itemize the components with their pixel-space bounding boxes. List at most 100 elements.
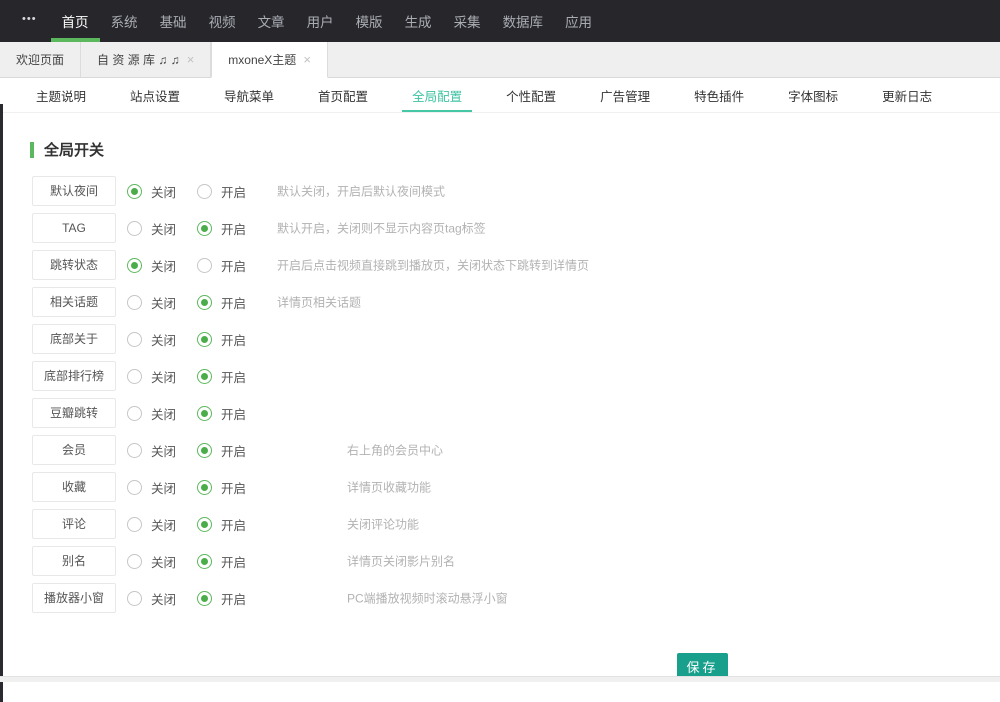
radio-option-off[interactable]: 关闭 xyxy=(127,404,197,423)
more-menu-icon[interactable]: ••• xyxy=(16,13,51,29)
nav-item[interactable]: 应用 xyxy=(554,0,603,42)
switch-description: 详情页相关话题 xyxy=(277,294,361,311)
radio-option-on[interactable]: 开启 xyxy=(197,293,267,312)
radio-option-off[interactable]: 关闭 xyxy=(127,256,197,275)
subnav-item[interactable]: 更新日志 xyxy=(872,78,942,112)
nav-item[interactable]: 用户 xyxy=(296,0,345,42)
tab-close-icon[interactable]: × xyxy=(303,53,311,66)
switch-label: 默认夜间 xyxy=(32,176,116,206)
radio-on-icon[interactable] xyxy=(197,443,212,458)
switch-description: 详情页关闭影片别名 xyxy=(347,553,455,570)
radio-option-off[interactable]: 关闭 xyxy=(127,330,197,349)
radio-off-icon[interactable] xyxy=(127,332,142,347)
radio-option-off[interactable]: 关闭 xyxy=(127,589,197,608)
subnav-item[interactable]: 个性配置 xyxy=(496,78,566,112)
radio-option-on[interactable]: 开启 xyxy=(197,219,267,238)
nav-item[interactable]: 基础 xyxy=(149,0,198,42)
subnav-item[interactable]: 站点设置 xyxy=(120,78,190,112)
nav-item[interactable]: 数据库 xyxy=(492,0,555,42)
radio-option-on[interactable]: 开启 xyxy=(197,404,267,423)
radio-option-off[interactable]: 关闭 xyxy=(127,182,197,201)
switch-row: 跳转状态 关闭 开启 开启后点击视频直接跳到播放页，关闭状态下跳转到详情页 xyxy=(32,250,1000,280)
radio-on-icon[interactable] xyxy=(197,258,212,273)
radio-on-label: 开启 xyxy=(221,515,246,534)
radio-on-icon[interactable] xyxy=(197,221,212,236)
radio-on-icon[interactable] xyxy=(197,554,212,569)
radio-on-icon[interactable] xyxy=(197,591,212,606)
radio-option-on[interactable]: 开启 xyxy=(197,256,267,275)
radio-off-icon[interactable] xyxy=(127,480,142,495)
switch-label: TAG xyxy=(32,213,116,243)
switch-row: 会员 关闭 开启 右上角的会员中心 xyxy=(32,435,1000,465)
subnav-item[interactable]: 导航菜单 xyxy=(214,78,284,112)
radio-option-off[interactable]: 关闭 xyxy=(127,552,197,571)
radio-option-off[interactable]: 关闭 xyxy=(127,293,197,312)
switch-label: 跳转状态 xyxy=(32,250,116,280)
radio-option-on[interactable]: 开启 xyxy=(197,589,267,608)
nav-item[interactable]: 系统 xyxy=(100,0,149,42)
switch-label: 收藏 xyxy=(32,472,116,502)
radio-off-icon[interactable] xyxy=(127,443,142,458)
switch-label: 底部关于 xyxy=(32,324,116,354)
radio-off-icon[interactable] xyxy=(127,369,142,384)
radio-option-off[interactable]: 关闭 xyxy=(127,219,197,238)
radio-option-off[interactable]: 关闭 xyxy=(127,441,197,460)
radio-off-icon[interactable] xyxy=(127,258,142,273)
switch-row: 底部排行榜 关闭 开启 xyxy=(32,361,1000,391)
subnav-item[interactable]: 特色插件 xyxy=(684,78,754,112)
radio-off-icon[interactable] xyxy=(127,221,142,236)
radio-off-icon[interactable] xyxy=(127,406,142,421)
tab-close-icon[interactable]: × xyxy=(187,53,195,66)
radio-off-label: 关闭 xyxy=(151,330,176,349)
radio-off-label: 关闭 xyxy=(151,219,176,238)
subnav-item[interactable]: 字体图标 xyxy=(778,78,848,112)
workspace-tab-bar: 欢迎页面 自 资 源 库 ♫ ♫ × mxoneX主题 × xyxy=(0,42,1000,78)
radio-option-on[interactable]: 开启 xyxy=(197,552,267,571)
radio-option-off[interactable]: 关闭 xyxy=(127,367,197,386)
nav-item[interactable]: 采集 xyxy=(443,0,492,42)
radio-off-icon[interactable] xyxy=(127,517,142,532)
radio-on-icon[interactable] xyxy=(197,406,212,421)
subnav-item[interactable]: 主题说明 xyxy=(26,78,96,112)
nav-item-label: 采集 xyxy=(454,11,481,31)
workspace-tab[interactable]: 欢迎页面 xyxy=(0,42,81,77)
switch-label: 会员 xyxy=(32,435,116,465)
radio-option-off[interactable]: 关闭 xyxy=(127,515,197,534)
radio-option-on[interactable]: 开启 xyxy=(197,182,267,201)
radio-on-icon[interactable] xyxy=(197,517,212,532)
radio-option-on[interactable]: 开启 xyxy=(197,515,267,534)
radio-off-icon[interactable] xyxy=(127,184,142,199)
radio-off-icon[interactable] xyxy=(127,554,142,569)
nav-item[interactable]: 视频 xyxy=(198,0,247,42)
switch-row: 默认夜间 关闭 开启 默认关闭，开启后默认夜间模式 xyxy=(32,176,1000,206)
nav-item[interactable]: 模版 xyxy=(345,0,394,42)
radio-off-icon[interactable] xyxy=(127,295,142,310)
tab-label: mxoneX主题 xyxy=(228,51,296,68)
subnav-item[interactable]: 首页配置 xyxy=(308,78,378,112)
radio-on-icon[interactable] xyxy=(197,184,212,199)
radio-option-on[interactable]: 开启 xyxy=(197,441,267,460)
subnav-item[interactable]: 全局配置 xyxy=(402,78,472,112)
radio-on-icon[interactable] xyxy=(197,369,212,384)
radio-option-on[interactable]: 开启 xyxy=(197,478,267,497)
radio-option-on[interactable]: 开启 xyxy=(197,330,267,349)
radio-on-icon[interactable] xyxy=(197,332,212,347)
radio-off-label: 关闭 xyxy=(151,256,176,275)
radio-option-on[interactable]: 开启 xyxy=(197,367,267,386)
radio-on-icon[interactable] xyxy=(197,480,212,495)
radio-off-label: 关闭 xyxy=(151,515,176,534)
nav-item[interactable]: 生成 xyxy=(394,0,443,42)
radio-on-icon[interactable] xyxy=(197,295,212,310)
radio-off-icon[interactable] xyxy=(127,591,142,606)
subnav-active-underline xyxy=(402,110,472,112)
workspace-tab[interactable]: mxoneX主题 × xyxy=(211,42,328,78)
subnav-item[interactable]: 广告管理 xyxy=(590,78,660,112)
theme-config-subnav: 主题说明 站点设置 导航菜单 首页配置 全局配置 个性配置 广告管理 特色插件 … xyxy=(0,78,1000,113)
switch-row: 收藏 关闭 开启 详情页收藏功能 xyxy=(32,472,1000,502)
subnav-item-label: 首页配置 xyxy=(318,86,368,105)
nav-item-label: 应用 xyxy=(565,11,592,31)
workspace-tab[interactable]: 自 资 源 库 ♫ ♫ × xyxy=(81,42,211,77)
nav-item[interactable]: 文章 xyxy=(247,0,296,42)
radio-option-off[interactable]: 关闭 xyxy=(127,478,197,497)
nav-item[interactable]: 首页 xyxy=(51,0,100,42)
